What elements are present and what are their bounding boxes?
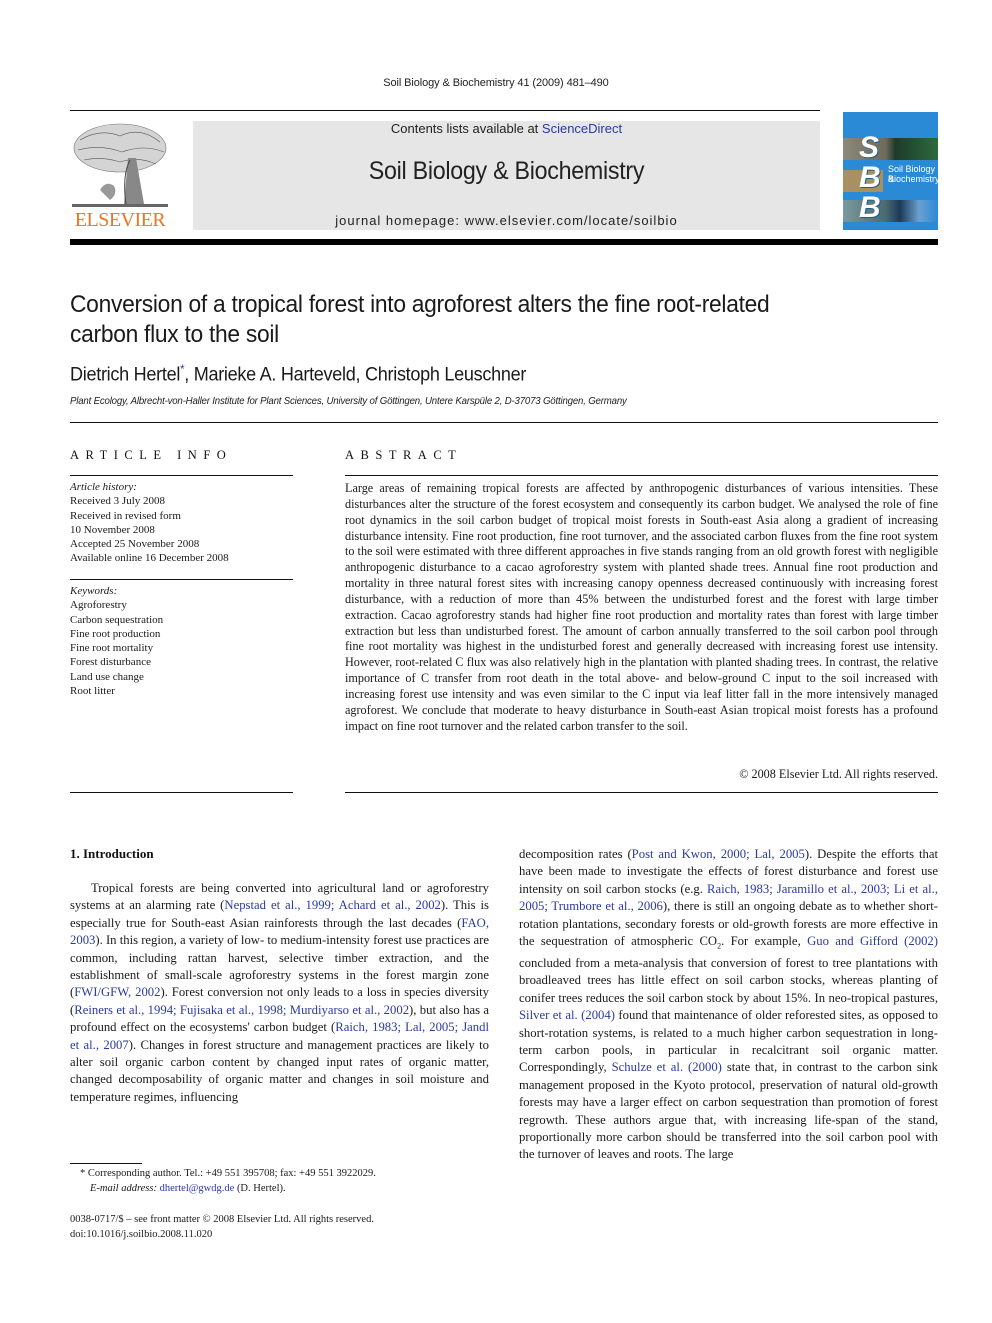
cover-letter: S <box>859 131 880 164</box>
article-history: Article history: Received 3 July 2008 Re… <box>70 480 293 566</box>
citation-link[interactable]: Post and Kwon, 2000; Lal, 2005 <box>632 847 805 861</box>
title-line: Conversion of a tropical forest into agr… <box>70 291 770 318</box>
keyword: Fine root production <box>70 627 161 640</box>
header-thick-rule <box>70 239 938 245</box>
authors: Dietrich Hertel*, Marieke A. Harteveld, … <box>70 362 526 386</box>
citation-link[interactable]: Nepstad et al., 1999; Achard et al., 200… <box>224 898 440 912</box>
journal-title: Soil Biology & Biochemistry <box>368 157 645 185</box>
article-info-heading: ARTICLE INFO <box>70 448 233 462</box>
divider <box>70 792 293 793</box>
corresponding-author-note: * Corresponding author. Tel.: +49 551 39… <box>70 1166 490 1181</box>
abstract-heading: ABSTRACT <box>345 448 463 462</box>
running-head: Soil Biology & Biochemistry 41 (2009) 48… <box>383 77 609 89</box>
article-title: Conversion of a tropical forest into agr… <box>70 290 897 350</box>
citation-link[interactable]: Raich, 1983; Lal, 2005; Jandl et al., 20… <box>70 1020 489 1051</box>
elsevier-wordmark: ELSEVIER <box>74 209 166 231</box>
history-item: Received 3 July 2008 <box>70 495 166 508</box>
footnote-rule <box>70 1163 142 1164</box>
author-name: Dietrich Hertel <box>70 364 181 386</box>
affiliation: Plant Ecology, Albrecht-von-Haller Insti… <box>70 395 627 407</box>
journal-homepage-link[interactable]: journal homepage: www.elsevier.com/locat… <box>193 213 820 228</box>
doi-link[interactable]: doi:10.1016/j.soilbio.2008.11.020 <box>70 1227 490 1242</box>
keyword: Fine root mortality <box>70 642 154 655</box>
title-line: carbon flux to the soil <box>70 321 279 348</box>
author-names-rest: , Marieke A. Harteveld, Christoph Leusch… <box>184 364 527 386</box>
footnote: * Corresponding author. Tel.: +49 551 39… <box>70 1166 490 1196</box>
divider <box>70 579 293 580</box>
history-item: 10 November 2008 <box>70 523 155 536</box>
section-heading-introduction: 1. Introduction <box>70 846 154 861</box>
divider <box>70 422 938 423</box>
citation-link[interactable]: Guo and Gifford (2002) <box>807 934 938 948</box>
top-rule <box>70 110 820 111</box>
cover-image-strip <box>843 138 938 160</box>
keyword: Agroforestry <box>70 599 127 612</box>
email-label: E-mail address: <box>90 1183 157 1194</box>
keyword: Carbon sequestration <box>70 613 164 626</box>
elsevier-logo[interactable]: ELSEVIER <box>70 120 170 232</box>
cover-letter: B <box>859 161 881 194</box>
history-label: Article history: <box>70 481 137 493</box>
body-column-left: Tropical forests are being converted int… <box>70 881 489 1104</box>
keyword: Root litter <box>70 685 115 698</box>
sciencedirect-link[interactable]: ScienceDirect <box>542 121 622 136</box>
email-suffix: (D. Hertel). <box>234 1183 286 1194</box>
cover-image-strip <box>843 200 938 222</box>
subscript: 2 <box>717 941 722 951</box>
email-link[interactable]: dhertel@gwdg.de <box>160 1183 235 1194</box>
abstract-text: Large areas of remaining tropical forest… <box>345 481 938 733</box>
citation-link[interactable]: Schulze et al. (2000) <box>612 1060 722 1074</box>
journal-cover[interactable]: S B B Soil Biology & Biochemistry <box>843 112 938 230</box>
citation-link[interactable]: Raich, 1983; Jaramillo et al., 2003; Li … <box>519 882 938 913</box>
tree-icon <box>72 123 168 207</box>
citation-link[interactable]: Silver et al. (2004) <box>519 1008 615 1022</box>
contents-prefix: Contents lists available at <box>390 121 542 136</box>
history-item: Accepted 25 November 2008 <box>70 538 200 551</box>
keyword: Land use change <box>70 670 144 683</box>
history-item: Received in revised form <box>70 509 181 522</box>
contents-line: Contents lists available at ScienceDirec… <box>193 121 820 136</box>
keywords-label: Keywords: <box>70 585 118 597</box>
cover-title-line: Biochemistry <box>888 174 938 184</box>
keyword: Forest disturbance <box>70 656 151 669</box>
body-column-right: decomposition rates (Post and Kwon, 2000… <box>519 847 938 1162</box>
footnote-contact: Corresponding author. Tel.: +49 551 3957… <box>85 1168 376 1179</box>
issn-line: 0038-0717/$ – see front matter © 2008 El… <box>70 1214 374 1225</box>
front-matter: 0038-0717/$ – see front matter © 2008 El… <box>70 1212 490 1242</box>
keywords: Keywords: Agroforestry Carbon sequestrat… <box>70 584 293 698</box>
cover-letter: B <box>859 191 881 224</box>
journal-masthead: Contents lists available at ScienceDirec… <box>193 121 820 230</box>
divider <box>345 475 938 476</box>
citation-link[interactable]: FWI/GFW, 2002 <box>74 985 160 999</box>
abstract-copyright: © 2008 Elsevier Ltd. All rights reserved… <box>739 767 938 781</box>
divider <box>345 792 938 793</box>
citation-link[interactable]: FAO, 2003 <box>70 916 489 947</box>
history-item: Available online 16 December 2008 <box>70 552 229 565</box>
email-note: E-mail address: dhertel@gwdg.de (D. Hert… <box>70 1181 490 1196</box>
divider <box>70 475 293 476</box>
citation-link[interactable]: Reiners et al., 1994; Fujisaka et al., 1… <box>74 1003 409 1017</box>
